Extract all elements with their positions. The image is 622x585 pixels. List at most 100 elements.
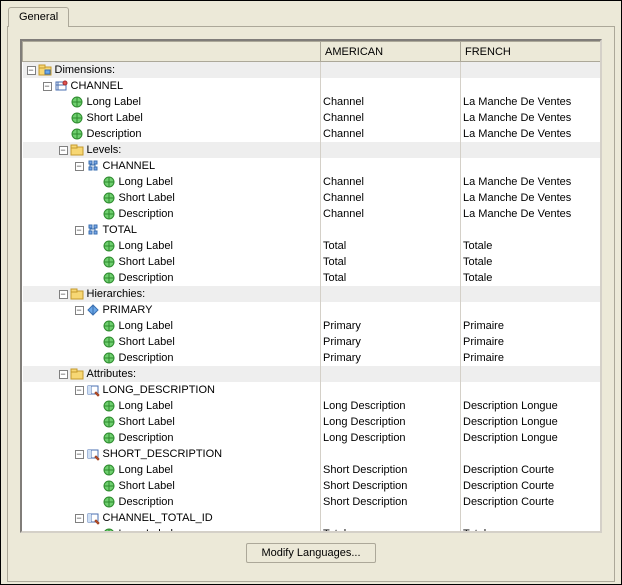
american-cell[interactable]: Short Description bbox=[321, 494, 461, 510]
tree-cell[interactable]: Description bbox=[23, 494, 321, 510]
collapse-toggle-icon[interactable]: − bbox=[59, 290, 68, 299]
tree-row[interactable]: Long LabelChannelLa Manche De Ventes bbox=[23, 174, 601, 190]
french-cell[interactable]: Description Longue bbox=[461, 398, 601, 414]
american-cell[interactable]: Total bbox=[321, 270, 461, 286]
tree-cell[interactable]: Description bbox=[23, 430, 321, 446]
french-cell[interactable]: Totale bbox=[461, 254, 601, 270]
tree-cell[interactable]: Short Label bbox=[23, 110, 321, 126]
tree-row[interactable]: −SHORT_DESCRIPTION bbox=[23, 446, 601, 462]
american-cell[interactable]: Channel bbox=[321, 206, 461, 222]
collapse-toggle-icon[interactable]: − bbox=[75, 226, 84, 235]
tree-cell[interactable]: Short Label bbox=[23, 414, 321, 430]
american-cell[interactable]: Long Description bbox=[321, 414, 461, 430]
tree-row[interactable]: Short LabelPrimaryPrimaire bbox=[23, 334, 601, 350]
tree-cell[interactable]: Long Label bbox=[23, 462, 321, 478]
col-header-french[interactable]: FRENCH bbox=[461, 42, 601, 62]
french-cell[interactable]: La Manche De Ventes bbox=[461, 174, 601, 190]
collapse-toggle-icon[interactable]: − bbox=[75, 162, 84, 171]
american-cell[interactable]: Long Description bbox=[321, 430, 461, 446]
tree-row[interactable]: Short LabelTotalTotale bbox=[23, 254, 601, 270]
american-cell[interactable] bbox=[321, 446, 461, 462]
tree-cell[interactable]: Short Label bbox=[23, 254, 321, 270]
american-cell[interactable]: Long Description bbox=[321, 398, 461, 414]
french-cell[interactable]: Primaire bbox=[461, 318, 601, 334]
tree-row[interactable]: −PRIMARY bbox=[23, 302, 601, 318]
american-cell[interactable]: Primary bbox=[321, 318, 461, 334]
french-cell[interactable] bbox=[461, 286, 601, 302]
french-cell[interactable]: La Manche De Ventes bbox=[461, 126, 601, 142]
tree-cell[interactable]: −CHANNEL bbox=[23, 158, 321, 174]
tree-cell[interactable]: Long Label bbox=[23, 238, 321, 254]
french-cell[interactable]: Primaire bbox=[461, 334, 601, 350]
tree-cell[interactable]: Long Label bbox=[23, 94, 321, 110]
american-cell[interactable]: Total bbox=[321, 238, 461, 254]
collapse-toggle-icon[interactable]: − bbox=[43, 82, 52, 91]
french-cell[interactable]: Description Courte bbox=[461, 478, 601, 494]
american-cell[interactable]: Channel bbox=[321, 126, 461, 142]
tree-row[interactable]: DescriptionShort DescriptionDescription … bbox=[23, 494, 601, 510]
american-cell[interactable]: Total bbox=[321, 254, 461, 270]
tree-cell[interactable]: −Dimensions: bbox=[23, 62, 321, 79]
collapse-toggle-icon[interactable]: − bbox=[75, 514, 84, 523]
american-cell[interactable]: Short Description bbox=[321, 478, 461, 494]
tree-row[interactable]: Short LabelLong DescriptionDescription L… bbox=[23, 414, 601, 430]
collapse-toggle-icon[interactable]: − bbox=[59, 370, 68, 379]
french-cell[interactable]: Description Longue bbox=[461, 430, 601, 446]
tree-cell[interactable]: −PRIMARY bbox=[23, 302, 321, 318]
tree-row[interactable]: −Attributes: bbox=[23, 366, 601, 382]
french-cell[interactable]: Description Longue bbox=[461, 414, 601, 430]
collapse-toggle-icon[interactable]: − bbox=[27, 66, 36, 75]
american-cell[interactable]: Channel bbox=[321, 94, 461, 110]
tree-row[interactable]: DescriptionChannelLa Manche De Ventes bbox=[23, 126, 601, 142]
american-cell[interactable]: Primary bbox=[321, 334, 461, 350]
french-cell[interactable] bbox=[461, 78, 601, 94]
col-header-tree[interactable] bbox=[23, 42, 321, 62]
tree-row[interactable]: −CHANNEL_TOTAL_ID bbox=[23, 510, 601, 526]
american-cell[interactable] bbox=[321, 382, 461, 398]
tree-cell[interactable]: Description bbox=[23, 206, 321, 222]
french-cell[interactable]: La Manche De Ventes bbox=[461, 190, 601, 206]
french-cell[interactable]: Totale bbox=[461, 270, 601, 286]
tree-cell[interactable]: Long Label bbox=[23, 318, 321, 334]
french-cell[interactable]: Totale bbox=[461, 526, 601, 533]
tree-row[interactable]: −CHANNEL bbox=[23, 78, 601, 94]
tree-row[interactable]: DescriptionPrimaryPrimaire bbox=[23, 350, 601, 366]
tree-cell[interactable]: −Levels: bbox=[23, 142, 321, 158]
french-cell[interactable]: Primaire bbox=[461, 350, 601, 366]
tree-row[interactable]: −Hierarchies: bbox=[23, 286, 601, 302]
american-cell[interactable] bbox=[321, 62, 461, 79]
french-cell[interactable] bbox=[461, 382, 601, 398]
collapse-toggle-icon[interactable]: − bbox=[75, 450, 84, 459]
tree-row[interactable]: Long LabelChannelLa Manche De Ventes bbox=[23, 94, 601, 110]
tree-row[interactable]: DescriptionChannelLa Manche De Ventes bbox=[23, 206, 601, 222]
tree-row[interactable]: Short LabelShort DescriptionDescription … bbox=[23, 478, 601, 494]
french-cell[interactable]: La Manche De Ventes bbox=[461, 94, 601, 110]
american-cell[interactable] bbox=[321, 302, 461, 318]
tree-cell[interactable]: Long Label bbox=[23, 526, 321, 533]
tree-row[interactable]: Short LabelChannelLa Manche De Ventes bbox=[23, 190, 601, 206]
french-cell[interactable] bbox=[461, 158, 601, 174]
american-cell[interactable]: Total bbox=[321, 526, 461, 533]
tree-cell[interactable]: Long Label bbox=[23, 398, 321, 414]
american-cell[interactable] bbox=[321, 222, 461, 238]
french-cell[interactable] bbox=[461, 222, 601, 238]
american-cell[interactable] bbox=[321, 142, 461, 158]
american-cell[interactable] bbox=[321, 366, 461, 382]
american-cell[interactable] bbox=[321, 510, 461, 526]
collapse-toggle-icon[interactable]: − bbox=[75, 386, 84, 395]
tree-grid[interactable]: AMERICAN FRENCH −Dimensions:−CHANNELLong… bbox=[20, 39, 602, 533]
french-cell[interactable]: Description Courte bbox=[461, 462, 601, 478]
col-header-american[interactable]: AMERICAN bbox=[321, 42, 461, 62]
french-cell[interactable]: La Manche De Ventes bbox=[461, 110, 601, 126]
tree-cell[interactable]: −CHANNEL bbox=[23, 78, 321, 94]
tree-row[interactable]: Long LabelTotalTotale bbox=[23, 238, 601, 254]
tree-row[interactable]: −Levels: bbox=[23, 142, 601, 158]
tree-cell[interactable]: Short Label bbox=[23, 190, 321, 206]
tree-row[interactable]: Long LabelTotalTotale bbox=[23, 526, 601, 533]
tree-cell[interactable]: −Attributes: bbox=[23, 366, 321, 382]
american-cell[interactable]: Channel bbox=[321, 110, 461, 126]
tree-row[interactable]: Long LabelLong DescriptionDescription Lo… bbox=[23, 398, 601, 414]
american-cell[interactable]: Short Description bbox=[321, 462, 461, 478]
tree-row[interactable]: −Dimensions: bbox=[23, 62, 601, 79]
tree-row[interactable]: Long LabelShort DescriptionDescription C… bbox=[23, 462, 601, 478]
